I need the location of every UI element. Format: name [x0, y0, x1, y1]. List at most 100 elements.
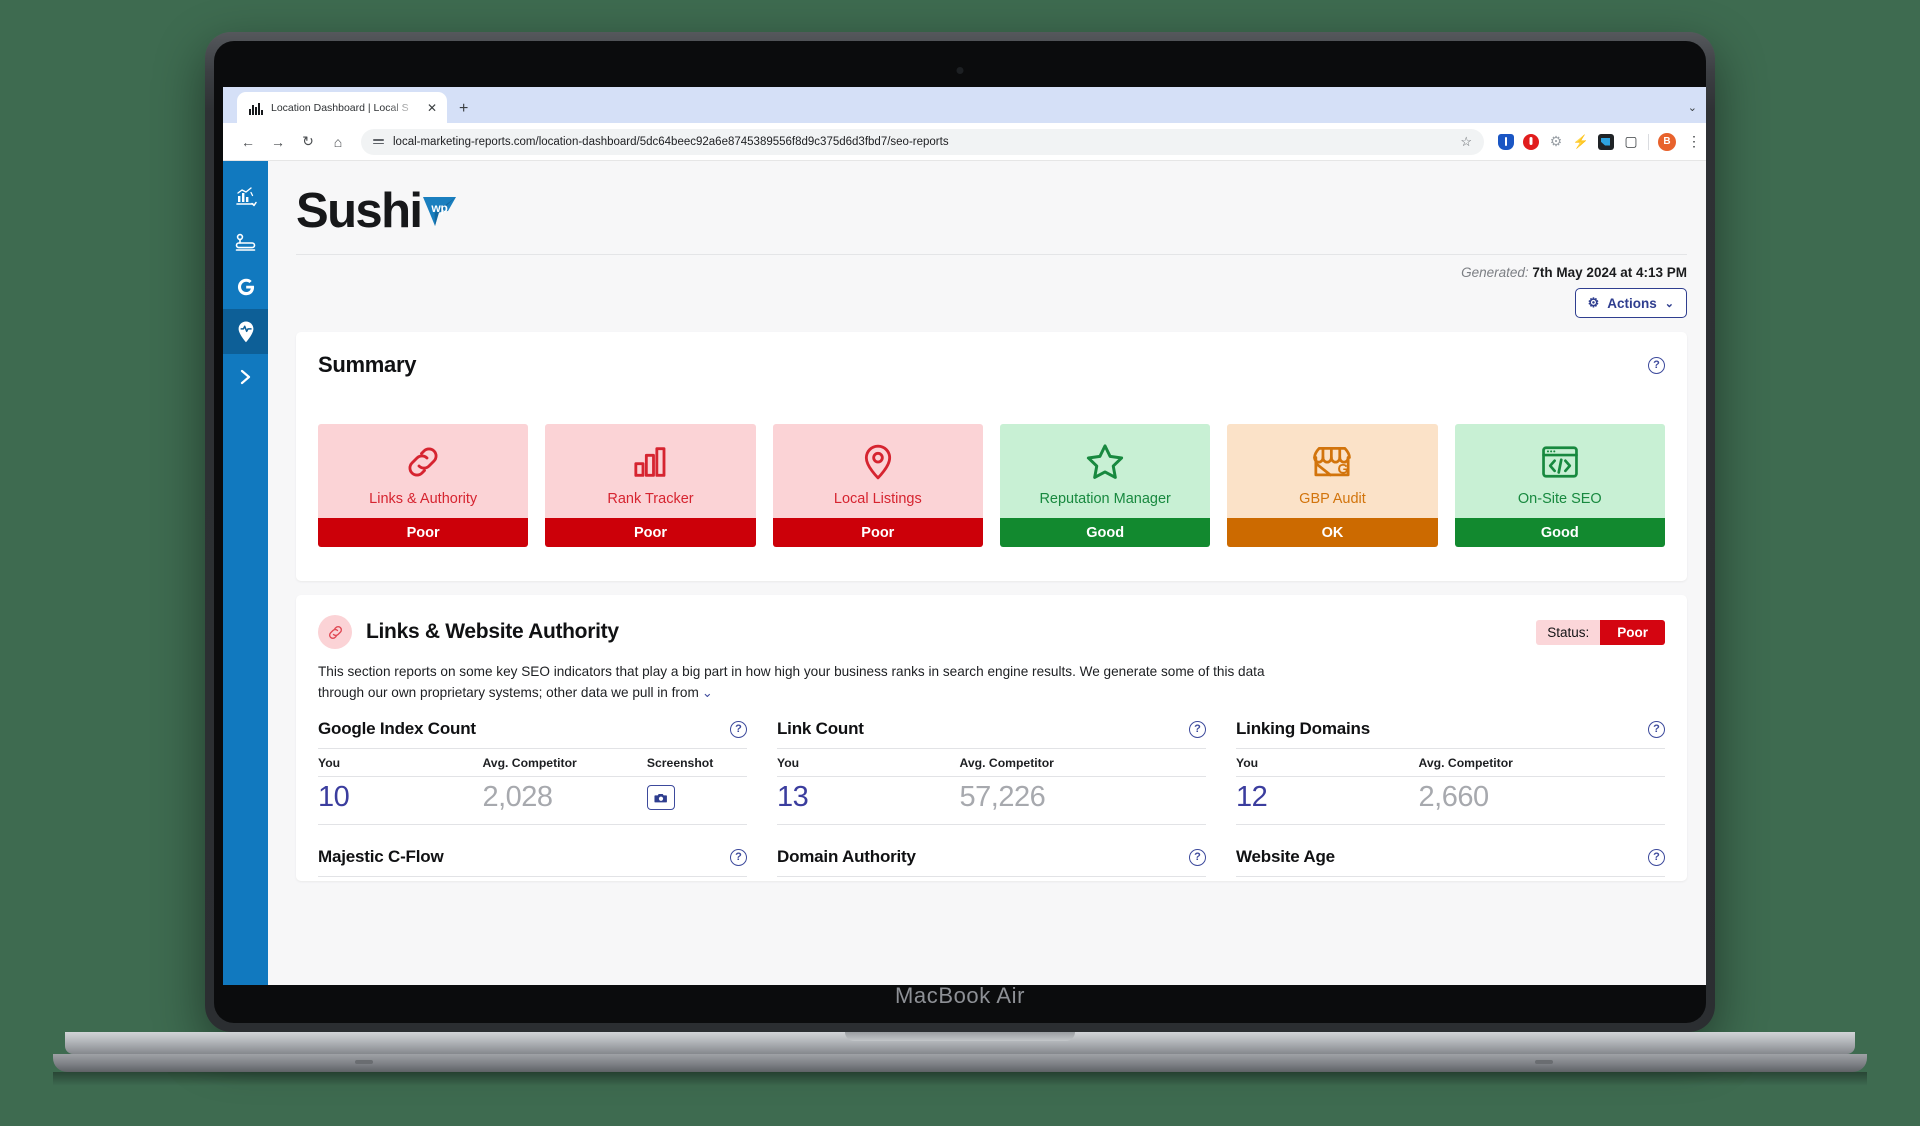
bookmark-star-icon[interactable]: ☆: [1460, 134, 1472, 150]
metric-table: [777, 876, 1206, 878]
summary-card-label: Rank Tracker: [607, 491, 694, 507]
reload-button[interactable]: ↻: [295, 129, 321, 155]
help-icon[interactable]: ?: [1189, 720, 1206, 738]
url-text: local-marketing-reports.com/location-das…: [393, 135, 949, 148]
gear-icon[interactable]: ⚙: [1548, 133, 1564, 150]
bar-chart-icon: [630, 441, 670, 483]
sidebar-item-reports[interactable]: [223, 174, 268, 219]
metric-header: Domain Authority?: [777, 847, 1206, 876]
logo-wp-text: wp: [431, 200, 448, 215]
brand-header: Sushi wp: [296, 161, 1687, 254]
metric-header: Linking Domains?: [1236, 719, 1665, 748]
webcam-icon: [956, 67, 964, 74]
summary-card-label: On-Site SEO: [1517, 491, 1602, 507]
logo[interactable]: Sushi wp: [296, 187, 462, 236]
metric-title: Majestic C-Flow: [318, 847, 444, 867]
metric-header: Majestic C-Flow?: [318, 847, 747, 876]
summary-card-body: Local Listings: [772, 424, 983, 518]
laptop-notch: [845, 1032, 1075, 1041]
chevron-down-icon[interactable]: ⌄: [702, 685, 713, 700]
metric-column-headers: You Avg. Competitor: [1236, 749, 1665, 778]
back-button[interactable]: ←: [235, 129, 261, 155]
summary-card-0[interactable]: Links & Authority Poor: [318, 424, 529, 547]
help-icon[interactable]: ?: [1648, 848, 1665, 866]
summary-card-body: Reputation Manager: [999, 424, 1211, 518]
column-header-competitor: Avg. Competitor: [1418, 756, 1513, 771]
close-icon[interactable]: ✕: [427, 102, 437, 114]
puzzle-icon[interactable]: ▢: [1623, 133, 1639, 150]
metric-table: [318, 876, 747, 878]
home-button[interactable]: ⌂: [325, 129, 351, 155]
metric-title: Google Index Count: [318, 719, 476, 739]
forward-button[interactable]: →: [265, 129, 291, 155]
generated-label: Generated:: [1461, 265, 1529, 280]
actions-button[interactable]: ⚙ Actions ⌄: [1574, 288, 1687, 318]
logo-plane-icon: wp: [420, 195, 462, 229]
column-header-competitor: Avg. Competitor: [959, 756, 1054, 771]
status-badge-label: Status:: [1536, 619, 1601, 645]
links-section-header: Links & Website Authority Status: Poor: [296, 595, 1687, 649]
storefront-g-icon: G: [1311, 441, 1353, 483]
summary-card-status: Poor: [545, 518, 756, 547]
summary-card-5[interactable]: On-Site SEO Good: [1454, 424, 1665, 547]
metrics-row-secondary: Majestic C-Flow? Domain Authority? Website…: [296, 829, 1687, 881]
metric-block: Website Age?: [1236, 847, 1665, 881]
links-section-title: Links & Website Authority: [366, 620, 619, 643]
generated-line: Generated: 7th May 2024 at 4:13 PM: [296, 265, 1687, 280]
metric-values: 10 2,028: [318, 777, 747, 826]
summary-card-2[interactable]: Local Listings Poor: [772, 424, 983, 547]
new-tab-button[interactable]: +: [459, 101, 468, 117]
summary-card-body: Rank Tracker: [545, 424, 756, 518]
star-icon: [1084, 441, 1126, 483]
avatar[interactable]: B: [1658, 132, 1676, 151]
sidebar-item-local-rankings[interactable]: [223, 219, 268, 264]
sidebar-item-location-dashboard[interactable]: [223, 309, 268, 354]
metric-table: You Avg. Competitor 12 2,660: [1236, 748, 1665, 826]
address-bar[interactable]: local-marketing-reports.com/location-das…: [361, 128, 1484, 155]
summary-card: Summary ? Links & Authority Poor Rank Trac…: [296, 332, 1687, 581]
metric-title: Link Count: [777, 719, 864, 739]
blocker-icon[interactable]: [1523, 133, 1539, 150]
metric-header: Website Age?: [1236, 847, 1665, 876]
summary-card-4[interactable]: G GBP Audit OK: [1227, 424, 1438, 547]
camera-icon[interactable]: [646, 785, 675, 811]
metric-table: You Avg. Competitor Screenshot 10 2,028: [318, 748, 747, 826]
browser-toolbar: ← → ↻ ⌂ local-marketing-reports.com/loca…: [223, 123, 1706, 161]
metric-block: Domain Authority?: [777, 847, 1206, 881]
logo-text: Sushi: [296, 184, 423, 238]
help-icon[interactable]: ?: [1648, 356, 1665, 374]
laptop-hinge: [65, 1032, 1855, 1054]
help-icon[interactable]: ?: [730, 848, 747, 866]
browser-tab[interactable]: Location Dashboard | Local S ✕: [237, 92, 447, 123]
chevron-down-icon[interactable]: ⌄: [1688, 101, 1697, 114]
summary-card-label: Local Listings: [833, 491, 922, 507]
report-meta: Generated: 7th May 2024 at 4:13 PM ⚙ Act…: [296, 254, 1687, 318]
laptop-mockup: Location Dashboard | Local S ✕ + ⌄ ← → ↻…: [53, 32, 1867, 1086]
browser-menu-icon[interactable]: ⋮: [1685, 134, 1703, 149]
laptop-foot-left: [355, 1060, 373, 1064]
metric-block: Majestic C-Flow?: [318, 847, 747, 881]
bolt-icon[interactable]: ⚡: [1573, 134, 1589, 150]
summary-card-label: Links & Authority: [369, 491, 478, 507]
metric-value-you: 10: [318, 781, 350, 814]
summary-card-3[interactable]: Reputation Manager Good: [999, 424, 1211, 547]
metric-column-headers: You Avg. Competitor Screenshot: [318, 749, 747, 778]
summary-card-1[interactable]: Rank Tracker Poor: [545, 424, 756, 547]
help-icon[interactable]: ?: [1648, 720, 1665, 738]
sidebar-item-expand[interactable]: [223, 354, 268, 399]
sidebar-item-google[interactable]: [223, 264, 268, 309]
metric-header: Google Index Count?: [318, 719, 747, 748]
summary-card-body: On-Site SEO: [1454, 424, 1665, 518]
shield-icon[interactable]: [1498, 133, 1514, 150]
metric-value-you: 12: [1236, 781, 1268, 814]
column-header-you: You: [777, 756, 800, 771]
help-icon[interactable]: ?: [730, 720, 747, 738]
summary-card-status: OK: [1227, 518, 1438, 547]
help-icon[interactable]: ?: [1189, 848, 1206, 866]
column-header-competitor: Avg. Competitor: [482, 756, 577, 771]
clipper-icon[interactable]: [1598, 133, 1614, 150]
status-badge-value: Poor: [1600, 619, 1665, 645]
site-settings-icon[interactable]: [373, 138, 384, 145]
laptop-base: [53, 1054, 1867, 1072]
code-window-icon: [1539, 441, 1581, 483]
